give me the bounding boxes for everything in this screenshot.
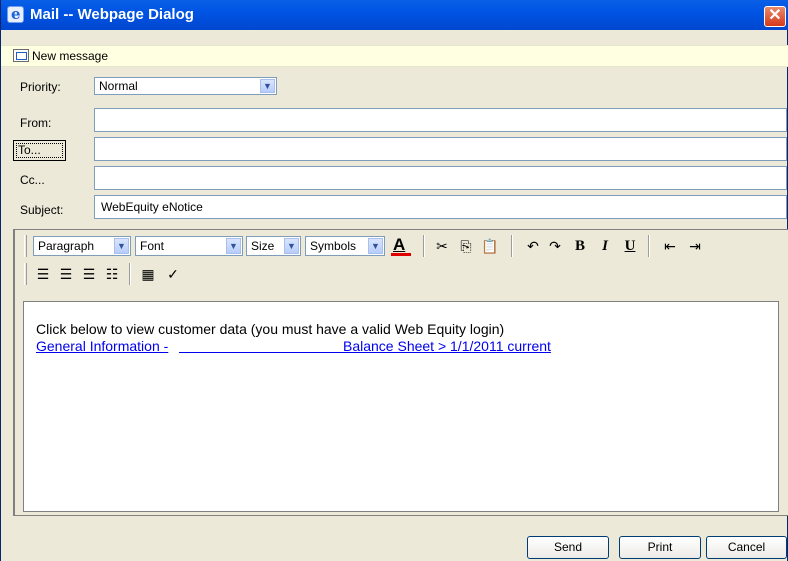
outdent-icon[interactable]: ⇤ [660,236,680,256]
font-value: Font [140,239,165,253]
copy-icon[interactable]: ⎘ [456,236,476,256]
size-select[interactable]: Size ▼ [246,236,301,256]
redo-icon[interactable]: ↷ [545,236,565,256]
cut-icon[interactable]: ✂ [432,236,452,256]
cc-label[interactable]: Cc... [20,173,45,187]
indent-icon[interactable]: ⇥ [685,236,705,256]
align-center-icon[interactable]: ☰ [56,264,76,284]
mail-dialog-window: Mail -- Webpage Dialog ✕ New message Pri… [0,0,788,561]
window-title: Mail -- Webpage Dialog [30,6,194,23]
ie-icon [7,5,24,23]
toolbar-separator [129,263,131,285]
priority-value: Normal [99,79,138,93]
align-left-icon[interactable]: ☰ [33,264,53,284]
chevron-down-icon: ▼ [284,238,299,254]
from-label: From: [20,116,52,130]
send-button[interactable]: Send [527,536,609,559]
rich-text-editor: Paragraph ▼ Font ▼ Size ▼ Symbols ▼ A ✂ … [13,229,788,516]
bold-button[interactable]: B [570,236,590,256]
toolbar-separator [648,235,650,257]
title-bar: Mail -- Webpage Dialog ✕ [1,0,788,30]
new-message-label: New message [32,49,109,63]
priority-select[interactable]: Normal ▼ [94,77,277,95]
close-button[interactable]: ✕ [764,6,786,27]
paste-icon[interactable]: 📋 [480,236,500,256]
toolbar-row-1: Paragraph ▼ Font ▼ Size ▼ Symbols ▼ A ✂ … [15,232,785,260]
size-value: Size [251,239,275,253]
paragraph-value: Paragraph [38,239,95,253]
toolbar-grip [24,263,27,285]
message-bar: New message [1,45,788,67]
italic-button[interactable]: I [595,236,615,256]
print-button[interactable]: Print [619,536,701,559]
font-color-icon: A [393,235,406,254]
font-color-button[interactable]: A [390,235,412,258]
spell-check-icon[interactable]: ✓ [163,264,183,284]
undo-icon[interactable]: ↶ [523,236,543,256]
from-field[interactable] [94,108,787,132]
to-field[interactable] [94,137,787,161]
chevron-down-icon: ▼ [114,238,129,254]
subject-value: WebEquity eNotice [101,200,203,214]
font-color-swatch [391,253,411,256]
chevron-down-icon: ▼ [226,238,241,254]
message-body[interactable]: Click below to view customer data (you m… [23,301,779,512]
font-select[interactable]: Font ▼ [135,236,243,256]
priority-label: Priority: [20,80,61,94]
subject-label: Subject: [20,203,64,217]
align-right-icon[interactable]: ☰ [79,264,99,284]
body-text: Click below to view customer data (you m… [36,321,505,337]
paragraph-select[interactable]: Paragraph ▼ [33,236,131,256]
new-message-icon [13,49,29,62]
underline-button[interactable]: U [620,236,640,256]
symbols-value: Symbols [310,239,357,253]
balance-sheet-link[interactable]: Balance Sheet > 1/1/2011 current [343,338,551,354]
link-gap [179,338,346,354]
bullet-list-icon[interactable]: ☷ [102,264,122,284]
word-icon[interactable]: ▦ [138,264,158,284]
chevron-down-icon: ▼ [260,79,275,93]
chevron-down-icon: ▼ [368,238,383,254]
to-button-label: To... [18,143,41,157]
symbols-select[interactable]: Symbols ▼ [305,236,385,256]
toolbar-separator [511,235,513,257]
general-information-link[interactable]: General Information - [36,338,168,354]
cc-field[interactable] [94,166,787,190]
toolbar-separator [423,235,425,257]
cancel-button[interactable]: Cancel [706,536,787,559]
toolbar-grip [24,235,27,257]
subject-field[interactable]: WebEquity eNotice [94,195,787,219]
to-button[interactable]: To... [13,140,66,161]
toolbar-row-2: ☰ ☰ ☰ ☷ ▦ ✓ [15,260,785,288]
